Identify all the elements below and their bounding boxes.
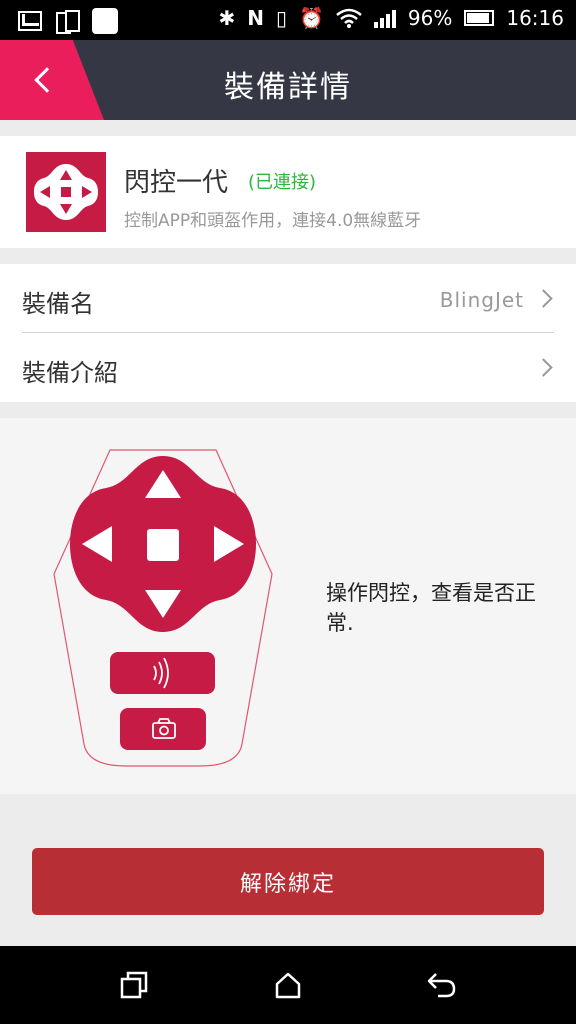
controller-logo-icon xyxy=(34,164,98,220)
signal-icon xyxy=(373,8,396,28)
instruction-text: 操作閃控，查看是否正常. xyxy=(326,581,536,635)
home-icon xyxy=(275,972,301,999)
recent-apps-button[interactable] xyxy=(104,960,164,1010)
wifi-icon xyxy=(336,8,362,28)
gmail-icon xyxy=(18,11,42,31)
vibrate-icon: ▯ xyxy=(275,6,287,30)
back-icon xyxy=(427,973,456,998)
status-bar: ✱ N ▯ ⏰ 96% 16:16 xyxy=(0,0,576,40)
device-intro-row[interactable]: 裝備介紹 xyxy=(0,333,576,402)
device-thumbnail xyxy=(26,152,106,232)
battery-icon xyxy=(464,10,495,26)
connection-status-badge: (已連接) xyxy=(248,172,317,193)
home-button[interactable] xyxy=(258,960,318,1010)
system-back-button[interactable] xyxy=(412,960,472,1010)
app-header: 裝備詳情 xyxy=(0,40,576,120)
page-title: 裝備詳情 xyxy=(224,70,352,105)
device-name-row[interactable]: 裝備名 BlingJet xyxy=(0,264,576,333)
controller-illustration xyxy=(53,449,273,767)
row-label: 裝備介紹 xyxy=(22,359,118,387)
alarm-icon: ⏰ xyxy=(299,6,324,30)
bluetooth-icon: ✱ xyxy=(218,6,236,30)
device-card: 閃控一代 (已連接) 控制APP和頭盔作用，連接4.0無線藍牙 xyxy=(0,136,576,248)
square-notification-icon xyxy=(92,8,118,34)
row-label: 裝備名 xyxy=(22,290,94,318)
device-description: 控制APP和頭盔作用，連接4.0無線藍牙 xyxy=(124,211,422,231)
nfc-icon: N xyxy=(247,6,264,30)
row-value: BlingJet xyxy=(439,288,524,312)
battery-percent: 96% xyxy=(407,6,453,30)
controller-test-panel: 操作閃控，查看是否正常. xyxy=(0,418,576,794)
chevron-right-icon xyxy=(534,358,553,377)
unbind-button[interactable]: 解除綁定 xyxy=(32,848,544,915)
dpad-center-button[interactable] xyxy=(147,529,179,561)
system-nav-bar xyxy=(0,946,576,1024)
settings-list: 裝備名 BlingJet 裝備介紹 xyxy=(0,264,576,402)
phones-icon xyxy=(56,10,80,34)
device-name: 閃控一代 xyxy=(124,168,229,198)
chevron-right-icon xyxy=(534,289,553,308)
recent-apps-icon xyxy=(120,971,148,999)
clock: 16:16 xyxy=(506,6,564,30)
camera-button[interactable] xyxy=(120,708,206,750)
